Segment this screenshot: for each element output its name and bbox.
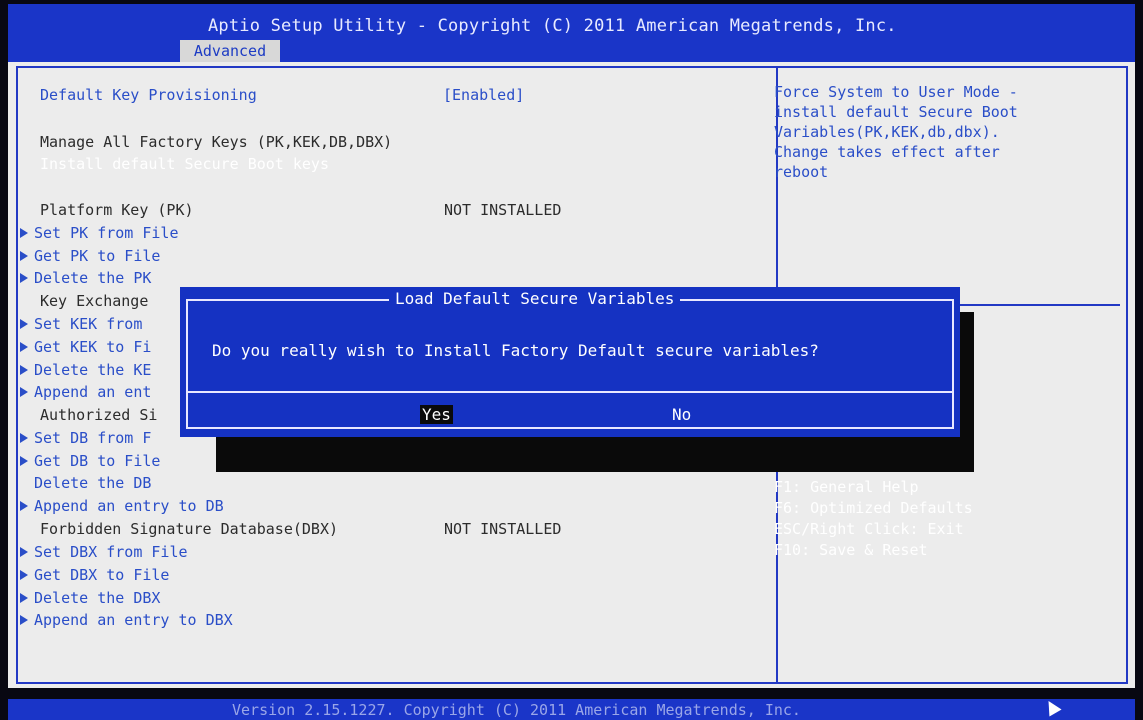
submenu-arrow-icon — [20, 273, 28, 283]
submenu-arrow-icon — [20, 593, 28, 603]
app-title: Aptio Setup Utility - Copyright (C) 2011… — [208, 16, 897, 36]
set-kek-label: Set KEK from — [34, 315, 143, 333]
dialog-border — [186, 299, 954, 429]
submenu-arrow-icon — [20, 478, 28, 488]
submenu-arrow-icon — [20, 228, 28, 238]
delete-the-pk[interactable]: Delete the PK — [20, 269, 151, 287]
get-kek-label: Get KEK to Fi — [34, 338, 152, 356]
append-kek-label: Append an ent — [34, 383, 152, 401]
forbidden-signature-row: Forbidden Signature Database(DBX) NOT IN… — [40, 520, 561, 538]
get-db-to-file[interactable]: Get DB to File — [20, 452, 160, 470]
append-dbx-label: Append an entry to DBX — [34, 611, 233, 629]
submenu-arrow-icon — [20, 456, 28, 466]
set-dbx-from-file[interactable]: Set DBX from File — [20, 543, 188, 561]
default-key-provisioning-label: Default Key Provisioning — [40, 86, 257, 104]
key-legend: F1: General Help F6: Optimized Defaults … — [774, 477, 973, 561]
default-key-provisioning-value[interactable]: [Enabled] — [443, 86, 524, 104]
version-text: Version 2.15.1227. Copyright (C) 2011 Am… — [232, 701, 801, 719]
manage-all-factory-keys-label: Manage All Factory Keys (PK,KEK,DB,DBX) — [40, 133, 393, 151]
delete-the-dbx[interactable]: Delete the DBX — [20, 589, 160, 607]
submenu-arrow-icon — [20, 615, 28, 625]
no-button[interactable]: No — [672, 405, 691, 424]
footer-bar: Version 2.15.1227. Copyright (C) 2011 Am… — [8, 699, 1135, 720]
dialog-separator — [188, 391, 952, 393]
help-text: Force System to User Mode - install defa… — [774, 82, 1114, 182]
get-dbx-label: Get DBX to File — [34, 566, 170, 584]
submenu-arrow-icon — [20, 547, 28, 557]
help-line: reboot — [774, 163, 829, 181]
get-db-label: Get DB to File — [34, 452, 161, 470]
key-esc-exit: ESC/Right Click: Exit — [774, 520, 964, 538]
help-line: install default Secure Boot — [774, 103, 1018, 121]
platform-key-label: Platform Key (PK) — [40, 201, 194, 219]
help-line: Variables(PK,KEK,db,dbx). — [774, 123, 1000, 141]
submenu-arrow-icon — [20, 387, 28, 397]
get-pk-label: Get PK to File — [34, 247, 161, 265]
authorized-signatures-label: Authorized Si — [40, 406, 158, 424]
dialog-message: Do you really wish to Install Factory De… — [212, 341, 819, 360]
delete-kek-label: Delete the KE — [34, 361, 152, 379]
set-pk-from-file[interactable]: Set PK from File — [20, 224, 179, 242]
forbidden-signature-status: NOT INSTALLED — [444, 520, 562, 538]
yes-button[interactable]: Yes — [420, 405, 453, 424]
bios-screen: Aptio Setup Utility - Copyright (C) 2011… — [0, 0, 1143, 720]
submenu-arrow-icon — [20, 342, 28, 352]
key-exchange-label: Key Exchange — [40, 292, 149, 310]
get-kek-to-file[interactable]: Get KEK to Fi — [20, 338, 151, 356]
key-f1-general-help: F1: General Help — [774, 478, 919, 496]
set-db-label: Set DB from F — [34, 429, 152, 447]
help-line: Force System to User Mode - — [774, 83, 1018, 101]
key-f6-optimized-defaults: F6: Optimized Defaults — [774, 499, 973, 517]
submenu-arrow-icon — [20, 433, 28, 443]
append-db-entry[interactable]: Append an entry to DB — [20, 497, 224, 515]
platform-key-row: Platform Key (PK) NOT INSTALLED — [40, 201, 561, 219]
delete-dbx-label: Delete the DBX — [34, 589, 161, 607]
forbidden-signature-label: Forbidden Signature Database(DBX) — [40, 520, 339, 538]
default-key-provisioning-row[interactable]: Default Key Provisioning [Enabled] — [40, 86, 524, 104]
append-dbx-entry[interactable]: Append an entry to DBX — [20, 611, 233, 629]
delete-the-db[interactable]: Delete the DB — [20, 474, 151, 492]
delete-pk-label: Delete the PK — [34, 269, 152, 287]
key-f10-save-reset: F10: Save & Reset — [774, 541, 928, 559]
dialog-title: Load Default Secure Variables — [389, 289, 681, 308]
set-kek-from-file[interactable]: Set KEK from — [20, 315, 142, 333]
append-kek-entry[interactable]: Append an ent — [20, 383, 151, 401]
set-db-from-file[interactable]: Set DB from F — [20, 429, 151, 447]
submenu-arrow-icon — [20, 501, 28, 511]
install-default-secure-boot-keys[interactable]: Install default Secure Boot keys — [40, 155, 329, 173]
platform-key-status: NOT INSTALLED — [444, 201, 562, 219]
submenu-arrow-icon — [20, 570, 28, 580]
delete-db-label: Delete the DB — [34, 474, 152, 492]
set-pk-label: Set PK from File — [34, 224, 179, 242]
delete-the-kek[interactable]: Delete the KE — [20, 361, 151, 379]
submenu-arrow-icon — [20, 365, 28, 375]
get-dbx-to-file[interactable]: Get DBX to File — [20, 566, 169, 584]
header-bar: Aptio Setup Utility - Copyright (C) 2011… — [8, 4, 1135, 62]
get-pk-to-file[interactable]: Get PK to File — [20, 247, 160, 265]
help-line: Change takes effect after — [774, 143, 1000, 161]
append-db-label: Append an entry to DB — [34, 497, 224, 515]
submenu-arrow-icon — [20, 319, 28, 329]
submenu-arrow-icon — [20, 251, 28, 261]
tab-advanced[interactable]: Advanced — [180, 40, 280, 62]
load-default-secure-variables-dialog: Load Default Secure Variables Do you rea… — [180, 287, 960, 437]
set-dbx-label: Set DBX from File — [34, 543, 188, 561]
